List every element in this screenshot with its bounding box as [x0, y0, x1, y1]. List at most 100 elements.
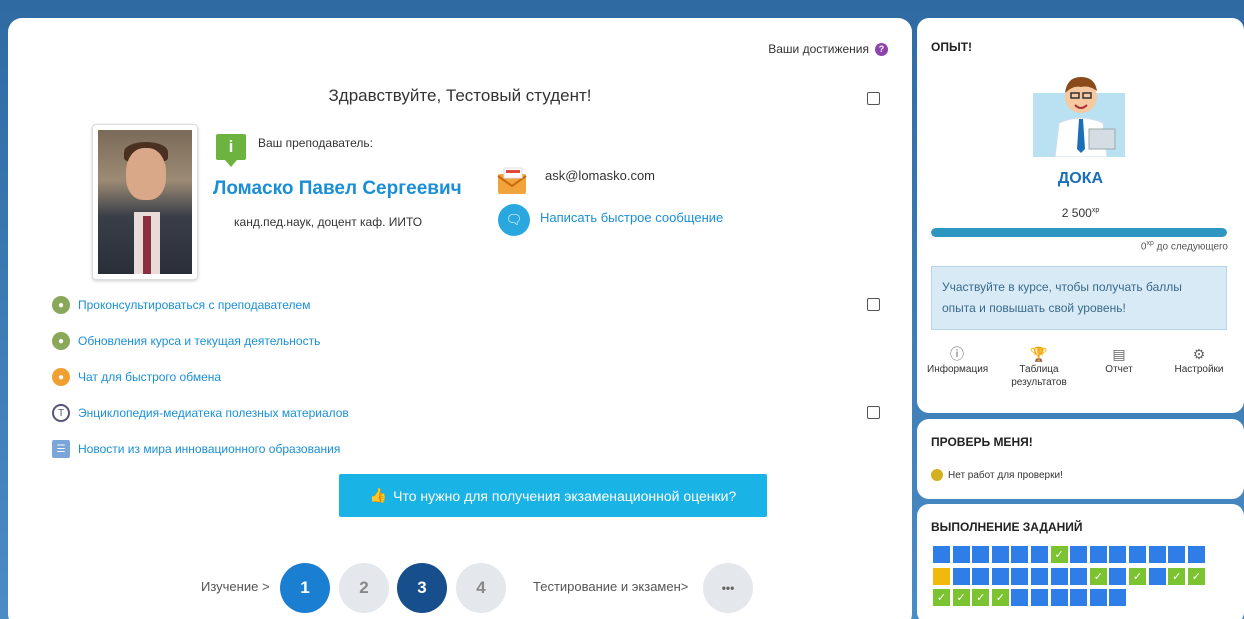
settings-tool[interactable]: ⚙ Настройки	[1169, 346, 1229, 376]
activity-link[interactable]: T Энциклопедия-медиатека полезных матери…	[52, 404, 349, 422]
page-3-button[interactable]: 3	[397, 563, 447, 613]
task-cell[interactable]	[1069, 588, 1089, 608]
tasks-title: ВЫПОЛНЕНИЕ ЗАДАНИЙ	[931, 520, 1083, 534]
thumbs-up-icon: 👍	[369, 487, 388, 503]
teacher-label: Ваш преподаватель:	[258, 136, 373, 150]
forum-icon: ●	[52, 332, 70, 350]
task-cell[interactable]	[1167, 545, 1187, 564]
activity-label[interactable]: Энциклопедия-медиатека полезных материал…	[78, 406, 349, 420]
level-progress-fill	[931, 228, 1227, 237]
task-cell[interactable]	[971, 545, 991, 564]
task-cell[interactable]: ✓	[932, 588, 951, 608]
task-cell[interactable]	[1108, 588, 1128, 608]
task-cell[interactable]	[1069, 566, 1089, 586]
task-cell[interactable]	[990, 566, 1010, 586]
points-value: 2 500xp	[1061, 206, 1100, 220]
teacher-title: канд.пед.наук, доцент каф. ИИТО	[234, 215, 423, 229]
task-cell[interactable]: ✓	[1128, 566, 1147, 586]
activity-link[interactable]: ● Чат для быстрого обмена	[52, 368, 221, 386]
task-cell[interactable]	[1069, 545, 1089, 564]
study-label: Изучение >	[201, 579, 270, 594]
completion-checkbox[interactable]	[867, 406, 880, 419]
level-name: ДОКА	[1057, 170, 1104, 187]
level-progress-bar	[931, 228, 1227, 237]
message-icon[interactable]: 🗨	[498, 204, 530, 236]
task-cell[interactable]	[1049, 588, 1069, 608]
task-cell[interactable]	[1147, 566, 1167, 586]
task-cell[interactable]	[1010, 545, 1030, 564]
teacher-email[interactable]: ask@lomasko.com	[545, 168, 655, 183]
glossary-icon: T	[52, 404, 70, 422]
activity-label[interactable]: Новости из мира инновационного образован…	[78, 442, 340, 456]
task-cell[interactable]: ✓	[971, 588, 991, 608]
task-cell[interactable]	[990, 545, 1010, 564]
activity-label[interactable]: Обновления курса и текущая деятельность	[78, 334, 320, 348]
chat-icon: ●	[52, 368, 70, 386]
exam-requirements-button[interactable]: 👍 Что нужно для получения экзаменационно…	[339, 474, 767, 517]
completion-checkbox[interactable]	[867, 298, 880, 311]
task-cell[interactable]	[1088, 588, 1108, 608]
achievements-link[interactable]: Ваши достижения ?	[768, 42, 888, 56]
task-cell[interactable]: ✓	[1186, 566, 1206, 586]
experience-title: ОПЫТ!	[931, 40, 973, 54]
report-tool[interactable]: ▤ Отчет	[1089, 346, 1149, 376]
activity-link[interactable]: ☰ Новости из мира инновационного образов…	[52, 440, 340, 458]
page-4-button[interactable]: 4	[456, 563, 506, 613]
gear-icon: ⚙	[1192, 346, 1206, 362]
smile-icon	[931, 469, 943, 481]
mail-icon[interactable]	[496, 166, 530, 196]
task-cell[interactable]	[1049, 566, 1069, 586]
task-cell[interactable]	[1088, 545, 1108, 564]
course-main-panel: Ваши достижения ? Здравствуйте, Тестовый…	[8, 18, 912, 619]
quick-message-link[interactable]: Написать быстрое сообщение	[540, 210, 723, 225]
leaderboard-tool[interactable]: 🏆 Таблица результатов	[1009, 346, 1069, 389]
task-cell[interactable]	[932, 566, 951, 586]
activity-label[interactable]: Проконсультироваться с преподавателем	[78, 298, 310, 312]
task-cell[interactable]	[1128, 545, 1147, 564]
task-cell[interactable]	[1010, 566, 1030, 586]
task-cell[interactable]	[932, 545, 951, 564]
trophy-icon: 🏆	[1030, 346, 1048, 362]
task-cell[interactable]	[971, 566, 991, 586]
task-cell[interactable]	[1030, 566, 1049, 586]
forum-icon: ●	[52, 296, 70, 314]
next-level-label: 0xp до следующего	[1140, 240, 1228, 253]
help-icon[interactable]: ?	[875, 42, 888, 56]
xp-notice: Участвуйте в курсе, чтобы получать баллы…	[931, 266, 1227, 330]
task-cell[interactable]	[1030, 588, 1049, 608]
activity-label[interactable]: Чат для быстрого обмена	[78, 370, 221, 384]
completion-checkbox[interactable]	[867, 92, 880, 105]
more-pages-button[interactable]: •••	[703, 563, 753, 613]
task-cell[interactable]: ✓	[951, 588, 971, 608]
activity-link[interactable]: ● Обновления курса и текущая деятельност…	[52, 332, 320, 350]
info-icon: ⓘ	[950, 346, 964, 362]
task-cell[interactable]	[951, 566, 971, 586]
info-tool[interactable]: ⓘ Информация	[927, 346, 988, 376]
task-cell[interactable]: ✓	[1167, 566, 1187, 586]
task-cell[interactable]	[1108, 566, 1128, 586]
info-icon: i	[216, 134, 246, 167]
task-cell[interactable]	[1186, 545, 1206, 564]
review-message: Нет работ для проверки!	[931, 469, 1063, 481]
exam-button-label[interactable]: Что нужно для получения экзаменационной …	[393, 488, 736, 504]
teacher-photo	[92, 124, 198, 280]
page-1-button[interactable]: 1	[280, 563, 330, 613]
task-cell[interactable]	[1030, 545, 1049, 564]
page-icon: ☰	[52, 440, 70, 458]
task-cell[interactable]	[1108, 545, 1128, 564]
task-cell[interactable]	[1147, 545, 1167, 564]
report-icon: ▤	[1112, 346, 1126, 362]
achievements-label[interactable]: Ваши достижения	[768, 42, 869, 56]
testing-label: Тестирование и экзамен>	[533, 579, 689, 594]
page-2-button[interactable]: 2	[339, 563, 389, 613]
level-avatar	[1033, 77, 1125, 157]
task-cell[interactable]: ✓	[1088, 566, 1108, 586]
task-cell[interactable]: ✓	[1049, 545, 1069, 564]
teacher-name: Ломаско Павел Сергеевич	[213, 178, 462, 199]
task-cell[interactable]	[1010, 588, 1030, 608]
task-cell[interactable]	[951, 545, 971, 564]
review-title: ПРОВЕРЬ МЕНЯ!	[931, 435, 1033, 449]
task-cell[interactable]: ✓	[990, 588, 1010, 608]
activity-link[interactable]: ● Проконсультироваться с преподавателем	[52, 296, 310, 314]
review-block: ПРОВЕРЬ МЕНЯ! Нет работ для проверки!	[917, 419, 1244, 499]
